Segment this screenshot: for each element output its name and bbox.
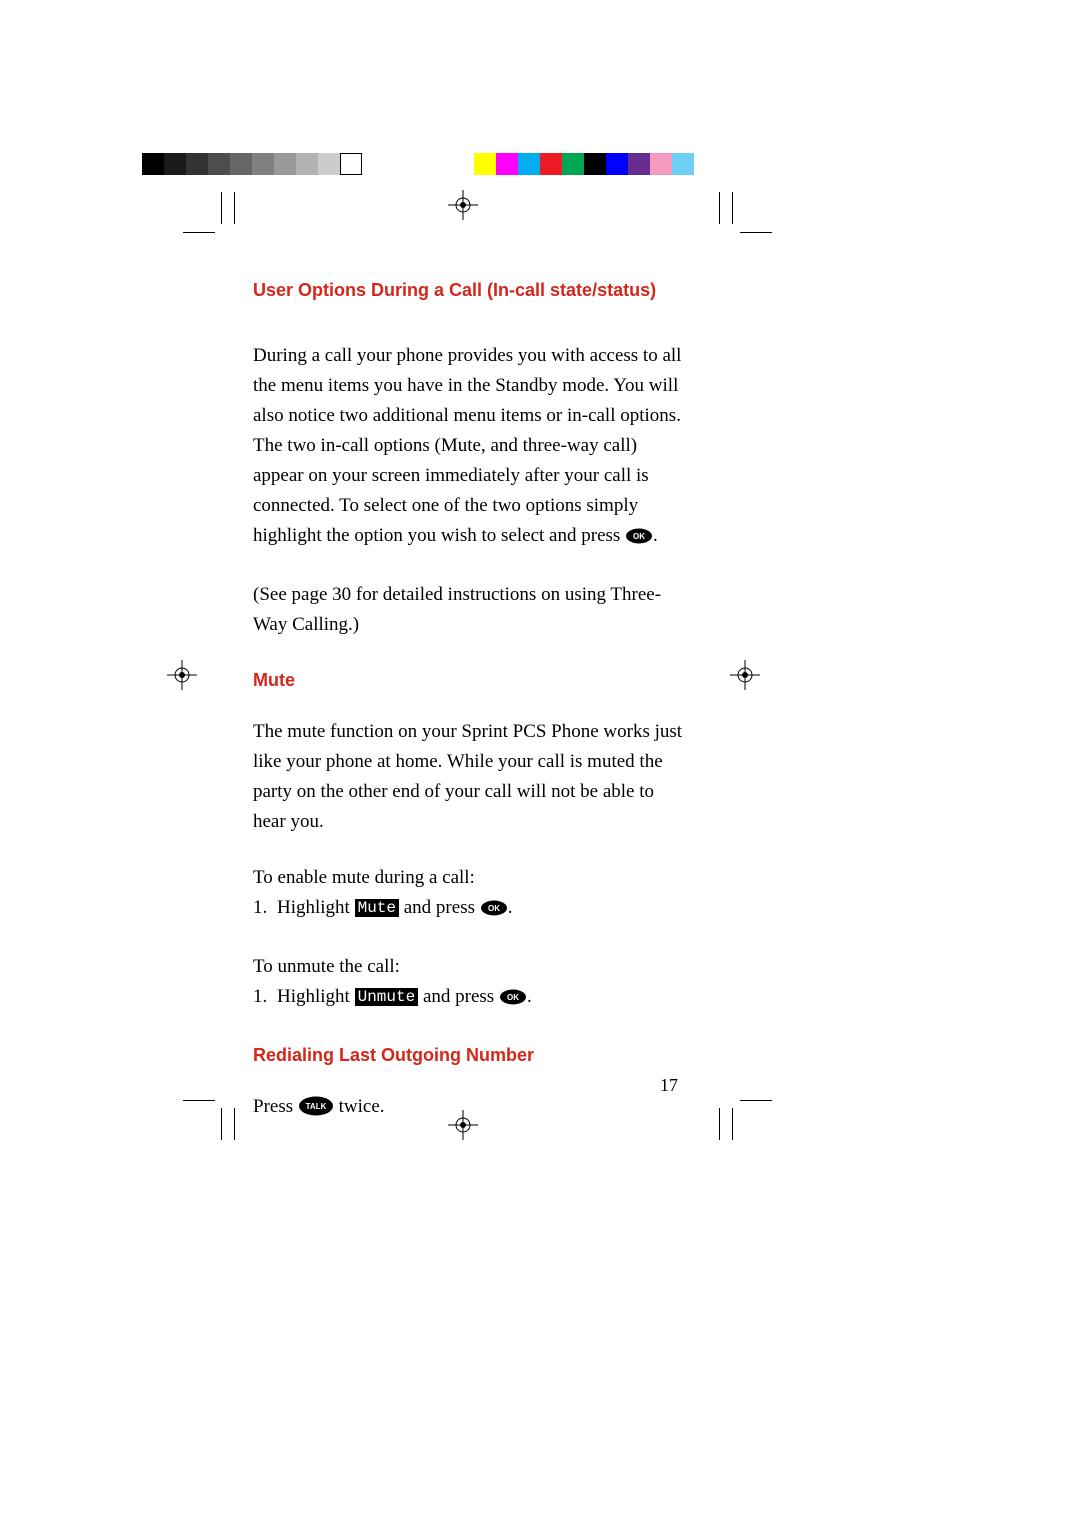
screen-label-unmute: Unmute bbox=[355, 988, 419, 1006]
crop-mark bbox=[732, 192, 733, 224]
step-mute: 1.Highlight Mute and press OK. bbox=[253, 893, 688, 926]
text: Press bbox=[253, 1096, 298, 1117]
text: twice. bbox=[334, 1096, 385, 1117]
text: and press bbox=[418, 986, 499, 1007]
step-number: 1. bbox=[253, 893, 277, 923]
crop-mark bbox=[740, 1100, 772, 1101]
registration-mark-icon bbox=[730, 660, 760, 690]
text: . bbox=[527, 986, 532, 1007]
svg-text:OK: OK bbox=[507, 993, 519, 1002]
crop-mark bbox=[183, 232, 215, 233]
heading-user-options: User Options During a Call (In-call stat… bbox=[253, 280, 688, 301]
registration-mark-icon bbox=[448, 190, 478, 220]
crop-mark bbox=[719, 1108, 720, 1140]
paragraph-seepage: (See page 30 for detailed instructions o… bbox=[253, 580, 688, 640]
ok-button-icon: OK bbox=[480, 896, 508, 926]
text-enable-mute: To enable mute during a call: bbox=[253, 863, 688, 893]
text: Highlight bbox=[277, 897, 355, 918]
registration-mark-icon bbox=[167, 660, 197, 690]
grayscale-color-bar bbox=[142, 153, 362, 175]
text: . bbox=[653, 525, 658, 546]
step-unmute: 1.Highlight Unmute and press OK. bbox=[253, 982, 688, 1015]
crop-mark bbox=[732, 1108, 733, 1140]
svg-text:TALK: TALK bbox=[306, 1102, 327, 1111]
svg-text:OK: OK bbox=[488, 904, 500, 913]
crop-mark bbox=[221, 1108, 222, 1140]
crop-mark bbox=[234, 1108, 235, 1140]
text: and press bbox=[399, 897, 480, 918]
paragraph-redial: Press TALK twice. bbox=[253, 1092, 688, 1126]
heading-mute: Mute bbox=[253, 670, 688, 691]
crop-mark bbox=[740, 232, 772, 233]
screen-label-mute: Mute bbox=[355, 899, 399, 917]
crop-mark bbox=[719, 192, 720, 224]
text: . bbox=[508, 897, 513, 918]
process-color-bar bbox=[474, 153, 694, 175]
paragraph-mute-desc: The mute function on your Sprint PCS Pho… bbox=[253, 717, 688, 837]
step-number: 1. bbox=[253, 982, 277, 1012]
text: Highlight bbox=[277, 986, 355, 1007]
crop-mark bbox=[234, 192, 235, 224]
talk-button-icon: TALK bbox=[298, 1096, 334, 1126]
crop-mark bbox=[221, 192, 222, 224]
page-content: User Options During a Call (In-call stat… bbox=[253, 280, 688, 1152]
text: During a call your phone provides you wi… bbox=[253, 345, 681, 546]
ok-button-icon: OK bbox=[625, 524, 653, 554]
paragraph-intro: During a call your phone provides you wi… bbox=[253, 341, 688, 554]
svg-text:OK: OK bbox=[633, 532, 645, 541]
text-unmute: To unmute the call: bbox=[253, 952, 688, 982]
page-number: 17 bbox=[660, 1075, 678, 1096]
ok-button-icon: OK bbox=[499, 985, 527, 1015]
heading-redial: Redialing Last Outgoing Number bbox=[253, 1045, 688, 1066]
crop-mark bbox=[183, 1100, 215, 1101]
